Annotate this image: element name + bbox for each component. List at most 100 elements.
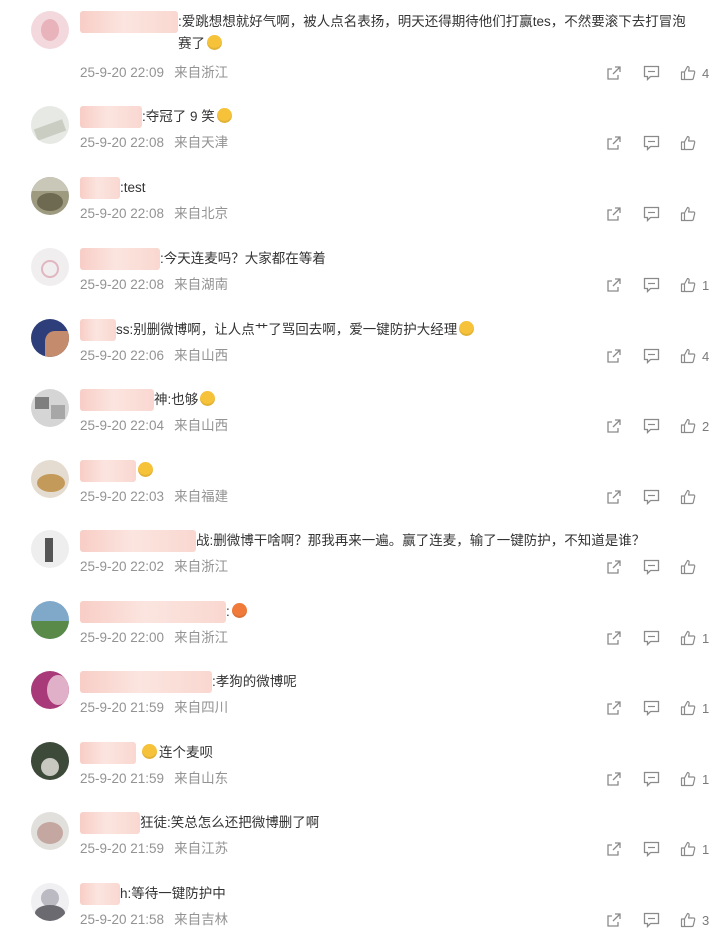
username-blurred[interactable] [80,671,212,693]
comment-icon [643,65,660,81]
like-button[interactable]: 1 [680,277,720,293]
smile-emoji-icon [216,108,232,123]
comment-button[interactable] [643,64,680,82]
comment-item: : 25-9-20 22:00 来自浙江 1 [0,598,720,658]
comment-item: 战:删微博干啥啊？那我再来一遍。赢了连麦，输了一键防护，不知道是谁？ 25-9-… [0,527,720,587]
share-icon [607,207,621,221]
like-count: 4 [702,65,710,81]
share-button[interactable] [606,558,643,576]
share-button[interactable] [606,840,643,858]
share-button[interactable] [606,347,643,365]
like-button[interactable] [680,206,720,222]
comment-date: 25-9-20 22:08 [80,277,165,292]
comment-button[interactable] [643,840,680,858]
avatar[interactable] [31,671,69,709]
like-button[interactable]: 1 [680,841,720,857]
username-blurred[interactable] [80,883,120,905]
comment-button[interactable] [643,699,680,717]
share-icon [607,66,621,80]
avatar[interactable] [31,742,69,780]
comment-icon [643,135,660,151]
like-button[interactable]: 1 [680,771,720,787]
share-button[interactable] [606,417,643,435]
share-button[interactable] [606,629,643,647]
username-blurred[interactable] [80,248,160,270]
like-button[interactable] [680,135,720,151]
comment-item: :今天连麦吗？大家都在等着 25-9-20 22:08 来自湖南 1 [0,245,720,305]
comment-meta: 25-9-20 22:06 来自山西 [80,347,228,365]
username-blurred[interactable] [80,530,196,552]
username-blurred[interactable] [80,11,178,33]
like-button[interactable]: 3 [680,912,720,928]
username-blurred[interactable] [80,601,226,623]
username-blurred[interactable] [80,812,140,834]
username-blurred[interactable] [80,177,120,199]
comment-button[interactable] [643,488,680,506]
avatar[interactable] [31,812,69,850]
share-button[interactable] [606,205,643,223]
username-blurred[interactable] [80,460,136,482]
comment-actions: 1 [606,699,720,717]
like-button[interactable] [680,559,720,575]
comment-location: 来自山西 [174,418,229,433]
comment-actions [606,558,720,576]
comment-button[interactable] [643,911,680,929]
comment-button[interactable] [643,417,680,435]
comment-location: 来自山西 [174,348,229,363]
comment-button[interactable] [643,347,680,365]
comment-location: 来自湖南 [174,277,229,292]
comment-actions [606,205,720,223]
share-button[interactable] [606,911,643,929]
share-button[interactable] [606,134,643,152]
comment-text: 神:也够 [154,389,698,411]
comment-button[interactable] [643,205,680,223]
comment-text: :孝狗的微博呢 [212,674,297,689]
like-button[interactable]: 1 [680,700,720,716]
comment-item: 狂徒:笑总怎么还把微博删了啊 25-9-20 21:59 来自江苏 1 [0,809,720,869]
like-count: 1 [702,841,710,857]
avatar[interactable] [31,248,69,286]
like-button[interactable]: 4 [680,348,720,364]
comment-icon [643,771,660,787]
share-button[interactable] [606,488,643,506]
comment-button[interactable] [643,629,680,647]
comment-button[interactable] [643,558,680,576]
username-blurred[interactable] [80,742,136,764]
avatar[interactable] [31,106,69,144]
comment-meta: 25-9-20 22:08 来自湖南 [80,276,228,294]
username-blurred[interactable] [80,319,116,341]
comment-item: :test 25-9-20 22:08 来自北京 [0,174,720,234]
avatar[interactable] [31,389,69,427]
comment-text: 战:删微博干啥啊？那我再来一遍。赢了连麦，输了一键防护，不知道是谁？ [196,533,646,548]
comment-text: :今天连麦吗？大家都在等着 [160,251,326,266]
share-button[interactable] [606,770,643,788]
username-blurred[interactable] [80,106,142,128]
like-button[interactable]: 4 [680,65,720,81]
avatar[interactable] [31,530,69,568]
username-blurred[interactable] [80,389,154,411]
comment-date: 25-9-20 22:04 [80,418,165,433]
share-button[interactable] [606,699,643,717]
share-button[interactable] [606,64,643,82]
avatar[interactable] [31,601,69,639]
comment-button[interactable] [643,134,680,152]
avatar[interactable] [31,11,69,49]
like-button[interactable]: 2 [680,418,720,434]
avatar[interactable] [31,460,69,498]
avatar[interactable] [31,319,69,357]
like-button[interactable] [680,489,720,505]
comment-actions: 3 [606,911,720,929]
comment-button[interactable] [643,276,680,294]
share-button[interactable] [606,276,643,294]
like-button[interactable]: 1 [680,630,720,646]
avatar[interactable] [31,177,69,215]
thumbs-up-icon [680,135,696,151]
comment-button[interactable] [643,770,680,788]
comment-location: 来自浙江 [174,559,229,574]
avatar[interactable] [31,883,69,921]
comment-actions [606,134,720,152]
comment-text: h:等待一键防护中 [120,886,226,901]
like-count: 4 [702,348,710,364]
comment-text: ss:别删微博啊，让人点艹了骂回去啊，爱一键防护大经理 [116,319,698,341]
comment-actions: 4 [606,64,720,82]
